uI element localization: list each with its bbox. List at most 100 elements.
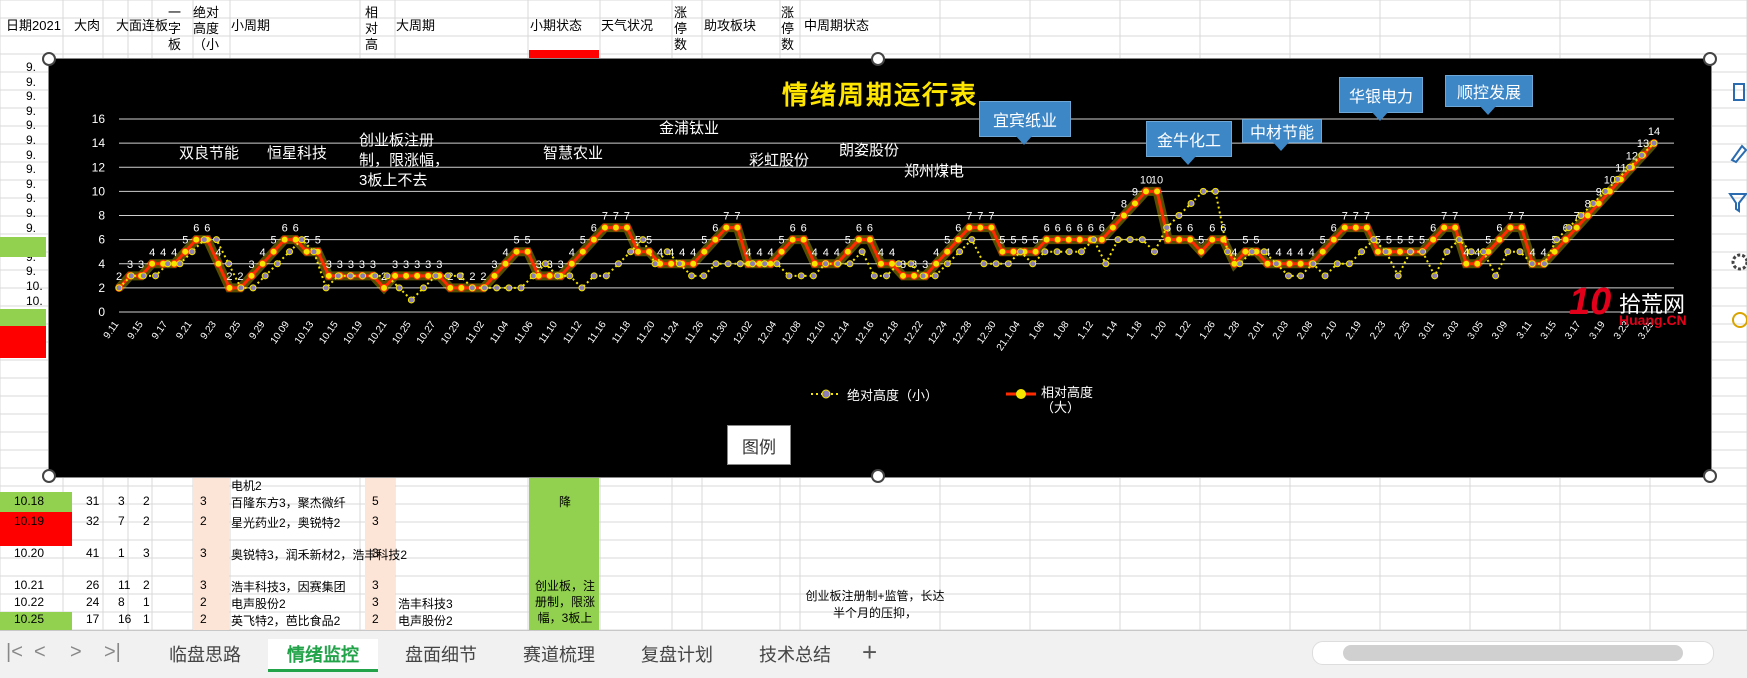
row-rel-height[interactable]: 3 [372, 546, 379, 560]
left-date-cell[interactable]: 9. [26, 104, 36, 118]
row-abs-height[interactable]: 2 [200, 612, 207, 626]
data-point [822, 260, 830, 268]
row-big-cycle[interactable]: 电声股份2 [398, 612, 453, 629]
left-date-cell[interactable]: 9. [26, 264, 36, 278]
row-big-cycle[interactable]: 浩丰科技3 [398, 595, 453, 612]
first-sheet-button[interactable]: |< [6, 641, 23, 664]
row-lianban[interactable]: 1 [143, 595, 150, 609]
data-point [402, 271, 411, 280]
next-sheet-button[interactable]: > [70, 641, 82, 664]
row-lianban[interactable]: 2 [143, 514, 150, 528]
add-sheet-button[interactable]: + [862, 637, 877, 668]
row-lianban[interactable]: 2 [143, 494, 150, 508]
row-lianban[interactable]: 2 [143, 578, 150, 592]
left-date-cell[interactable]: 9. [26, 60, 36, 74]
row-dazou[interactable]: 41 [86, 546, 99, 560]
row-damian[interactable]: 16 [118, 612, 131, 626]
data-point [1583, 211, 1592, 220]
row-dazou[interactable]: 31 [86, 494, 99, 508]
row-small-cycle[interactable]: 百隆东方3，聚杰微纤 [231, 494, 346, 511]
data-label: 4 [756, 247, 762, 259]
left-date-cell[interactable]: 9. [26, 148, 36, 162]
row-lianban[interactable]: 3 [143, 546, 150, 560]
resize-handle-bm[interactable] [871, 469, 885, 483]
row-dazou[interactable]: 17 [86, 612, 99, 626]
row-small-cycle[interactable]: 星光药业2，奥锐特2 [231, 514, 340, 531]
row-lianban[interactable]: 1 [143, 612, 150, 626]
tab-1[interactable]: 情绪监控 [268, 639, 378, 672]
left-date-cell[interactable]: 10. [26, 279, 43, 293]
row-date[interactable]: 10.25 [14, 612, 44, 626]
emotion-cycle-chart[interactable]: 情绪周期运行表 0 2 4 6 8 10 12 14 16 9.11 9.15 9.17 9.21 9.2… [48, 58, 1712, 478]
pen-icon[interactable] [1728, 140, 1747, 164]
horizontal-scrollbar[interactable] [1312, 641, 1714, 665]
left-date-cell[interactable]: 10. [26, 294, 43, 308]
row-abs-height[interactable]: 2 [200, 514, 207, 528]
row-dazou[interactable]: 26 [86, 578, 99, 592]
row-rel-height[interactable]: 2 [372, 612, 379, 626]
row-damian[interactable]: 11 [118, 578, 130, 592]
row-damian[interactable]: 1 [118, 546, 125, 560]
resize-handle-tr[interactable] [1703, 52, 1717, 66]
x-tick-label: 12.30 [975, 319, 999, 346]
bulb-icon[interactable] [1728, 310, 1747, 334]
resize-handle-bl[interactable] [42, 469, 56, 483]
tab-4[interactable]: 复盘计划 [622, 639, 732, 669]
row-small-cycle[interactable]: 奥锐特3，润禾新材2，浩丰科技2 [231, 546, 407, 563]
row-damian[interactable]: 8 [118, 595, 125, 609]
row-abs-height[interactable]: 3 [200, 494, 207, 508]
row-status[interactable]: 降 [534, 494, 596, 510]
row-date[interactable]: 10.22 [14, 595, 44, 609]
row-date[interactable]: 10.18 [14, 494, 44, 508]
tab-5[interactable]: 技术总结 [740, 639, 850, 669]
left-date-cell[interactable]: 9. [26, 89, 36, 103]
data-label: 6 [1077, 223, 1083, 235]
row-small-cycle[interactable]: 电声股份2 [231, 595, 286, 612]
legend-button[interactable]: 图例 [727, 425, 791, 465]
left-date-cell[interactable]: 9. [26, 191, 36, 205]
row-abs-height[interactable]: 2 [200, 595, 207, 609]
row-dazou[interactable]: 32 [86, 514, 99, 528]
row-dazou[interactable]: 24 [86, 595, 99, 609]
left-date-cell[interactable]: 9. [26, 177, 36, 191]
data-point [736, 260, 744, 268]
left-date-cell[interactable]: 9. [26, 75, 36, 89]
tab-3[interactable]: 赛道梳理 [504, 639, 614, 669]
row-date[interactable]: 10.21 [14, 578, 44, 592]
col-header-lianban: 连板 [142, 18, 169, 33]
prev-sheet-button[interactable]: < [34, 641, 46, 664]
row-status[interactable]: 创业板，注册制，限涨幅，3板上 [534, 578, 596, 626]
chart-elements-icon[interactable] [1728, 80, 1747, 104]
scrollbar-thumb[interactable] [1343, 645, 1683, 661]
highlight-red-1 [0, 326, 46, 358]
row-rel-height[interactable]: 3 [372, 514, 379, 528]
data-point [1285, 272, 1293, 280]
gear-icon[interactable] [1728, 250, 1747, 274]
resize-handle-tm[interactable] [871, 52, 885, 66]
row-rel-height[interactable]: 3 [372, 578, 379, 592]
left-date-cell[interactable]: 9. [26, 133, 36, 147]
row-abs-height[interactable]: 3 [200, 546, 207, 560]
col-header-weather: 天气状况 [601, 18, 654, 33]
left-date-cell[interactable]: 9. [26, 221, 36, 235]
row-abs-height[interactable]: 3 [200, 578, 207, 592]
row-small-cycle[interactable]: 英飞特2，芭比食品2 [231, 612, 340, 629]
row-small-cycle[interactable]: 浩丰科技3，因赛集团 [231, 578, 346, 595]
data-point [480, 284, 488, 292]
tab-2[interactable]: 盘面细节 [386, 639, 496, 669]
row-date[interactable]: 10.19 [14, 514, 44, 528]
x-tick-label: 3.05 [1466, 319, 1486, 342]
row-rel-height[interactable]: 3 [372, 595, 379, 609]
left-date-cell[interactable]: 9. [26, 206, 36, 220]
row-damian[interactable]: 3 [118, 494, 125, 508]
left-date-cell[interactable]: 9. [26, 162, 36, 176]
resize-handle-br[interactable] [1703, 469, 1717, 483]
resize-handle-tl[interactable] [42, 52, 56, 66]
filter-icon[interactable] [1728, 190, 1747, 214]
row-damian[interactable]: 7 [118, 514, 125, 528]
last-sheet-button[interactable]: >| [104, 641, 121, 664]
tab-0[interactable]: 临盘思路 [150, 639, 260, 669]
row-rel-height[interactable]: 5 [372, 494, 379, 508]
left-date-cell[interactable]: 9. [26, 118, 36, 132]
row-date[interactable]: 10.20 [14, 546, 44, 560]
